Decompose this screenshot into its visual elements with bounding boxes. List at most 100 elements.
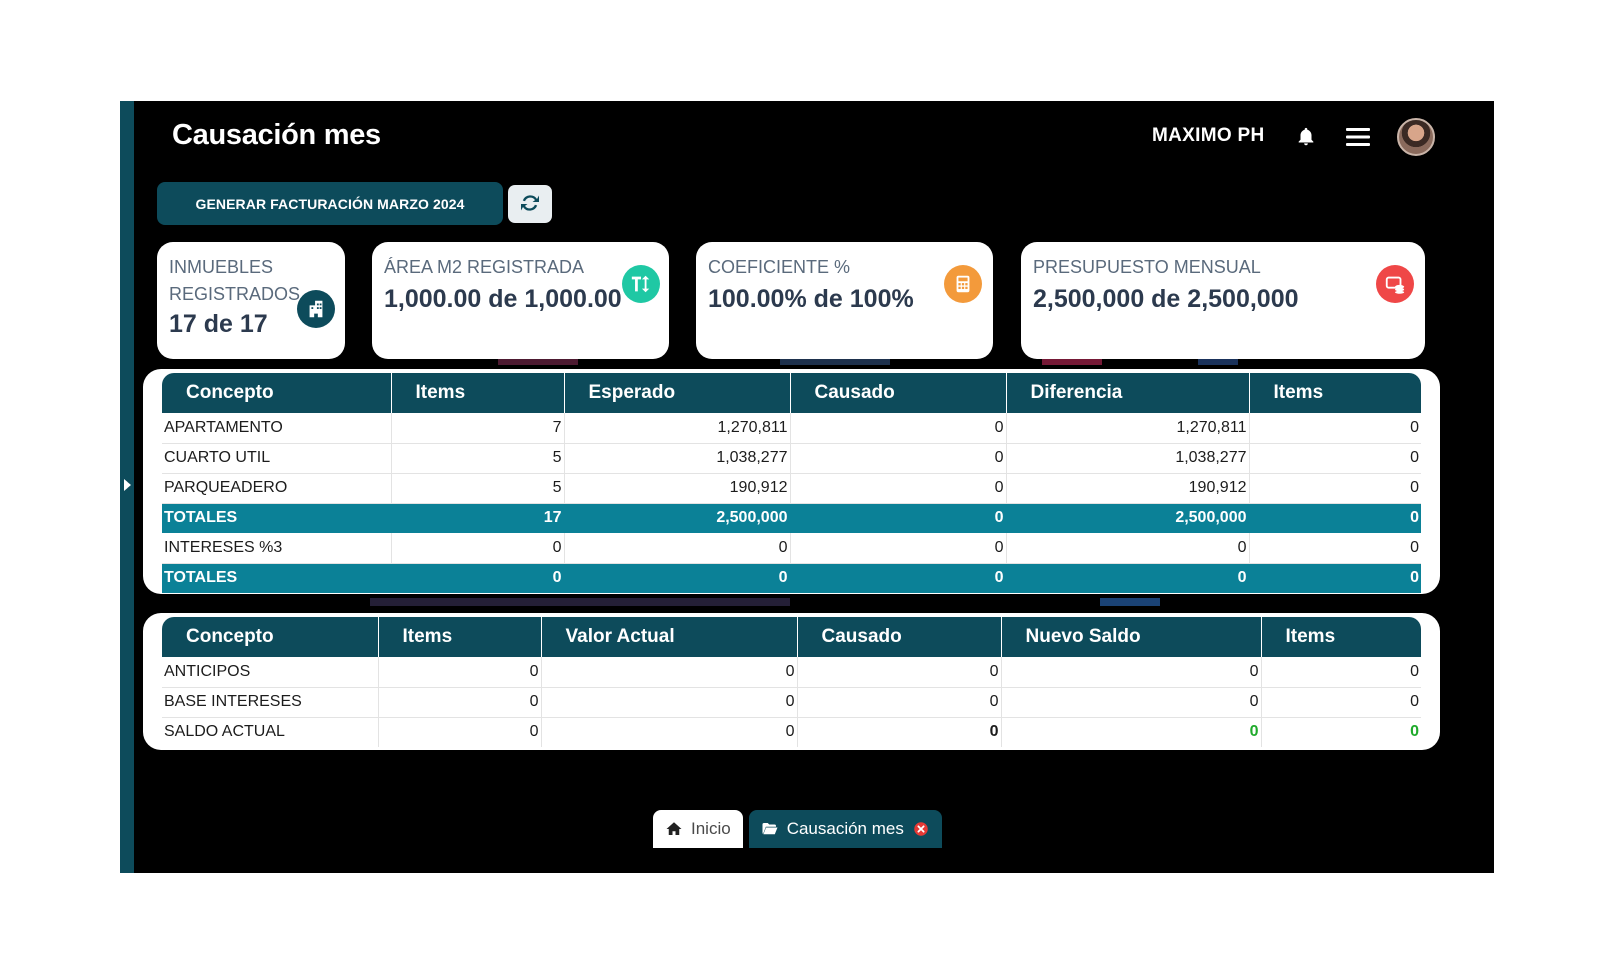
stat-label: ÁREA M2 REGISTRADA [384,257,585,277]
cell: 0 [541,717,798,747]
cell: 0 [1249,413,1421,444]
text-height-icon [622,265,660,303]
cell: 0 [564,533,791,564]
cell: 0 [1249,473,1421,504]
stat-card-inmuebles: INMUEBLES REGISTRADOS 17 de 17 [157,242,345,359]
cell: 0 [378,687,542,718]
cell: 0 [378,717,542,747]
column-header[interactable]: Diferencia [1006,373,1250,413]
cell: 0 [1001,687,1262,718]
column-header[interactable]: Items [378,617,542,657]
table-header-row: Concepto Items Valor Actual Causado Nuev… [162,617,1421,657]
table-row: SALDO ACTUAL 0 0 0 0 0 [162,717,1421,747]
cell: 17 [391,503,565,533]
refresh-button[interactable] [508,185,552,223]
causacion-table: Concepto Items Esperado Causado Diferenc… [162,373,1421,593]
saldos-table-panel: Concepto Items Valor Actual Causado Nuev… [143,613,1440,750]
sidebar-strip[interactable] [120,101,134,873]
column-header[interactable]: Concepto [162,617,379,657]
cell: 0 [541,657,798,688]
causacion-table-panel: Concepto Items Esperado Causado Diferenc… [143,369,1440,594]
calculator-icon [944,265,982,303]
cell: BASE INTERESES [162,687,379,718]
page-title: Causación mes [172,119,381,151]
cell: 1,038,277 [1006,443,1250,474]
cell: 0 [564,563,791,593]
tab-inicio[interactable]: Inicio [653,810,743,848]
tab-label: Inicio [691,819,731,838]
column-header[interactable]: Nuevo Saldo [1001,617,1262,657]
stat-card-presupuesto: PRESUPUESTO MENSUAL 2,500,000 de 2,500,0… [1021,242,1425,359]
cell: 190,912 [1006,473,1250,504]
cell: ANTICIPOS [162,657,379,688]
close-icon[interactable] [912,820,930,838]
table-row: BASE INTERESES 0 0 0 0 0 [162,687,1421,718]
sidebar-toggle-icon[interactable] [124,479,131,491]
table-row: APARTAMENTO 7 1,270,811 0 1,270,811 0 [162,413,1421,444]
cell: 0 [1410,723,1419,741]
cell: 0 [1001,717,1262,747]
cell: 0 [1006,563,1250,593]
saldos-table: Concepto Items Valor Actual Causado Nuev… [162,617,1421,747]
column-header[interactable]: Esperado [564,373,791,413]
cell: 0 [391,533,565,564]
background-glow [1100,598,1160,606]
stat-value: 2,500,000 de 2,500,000 [1033,285,1299,313]
stat-value: 1,000.00 de 1,000.00 [384,285,622,313]
cell: 0 [1001,657,1262,688]
cell: 0 [1249,533,1421,564]
stat-label: COEFICIENTE % [708,257,851,277]
table-row: CUARTO UTIL 5 1,038,277 0 1,038,277 0 [162,443,1421,474]
cell: 5 [391,473,565,504]
cell: 0 [790,443,1007,474]
column-header[interactable]: Concepto [162,373,392,413]
cell: 190,912 [564,473,791,504]
cell: TOTALES [162,503,392,533]
table-row: ANTICIPOS 0 0 0 0 0 [162,657,1421,688]
column-header[interactable]: Items [391,373,565,413]
cell: 0 [1261,687,1421,718]
building-icon [297,290,335,328]
stat-card-area: ÁREA M2 REGISTRADA 1,000.00 de 1,000.00 [372,242,669,359]
cell: 0 [391,563,565,593]
cell: 0 [1249,563,1421,593]
bell-icon[interactable] [1295,125,1317,149]
cell: 1,038,277 [564,443,791,474]
column-header[interactable]: Items [1261,617,1421,657]
cell: 0 [1249,503,1421,533]
home-icon [666,822,682,835]
stat-label: INMUEBLES REGISTRADOS [169,257,301,304]
app-window: Causación mes MAXIMO PH GENERAR FACTURAC… [120,101,1494,873]
cell: APARTAMENTO [162,413,392,444]
cell: PARQUEADERO [162,473,392,504]
cell: 0 [797,717,1002,747]
column-header[interactable]: Valor Actual [541,617,798,657]
avatar[interactable] [1397,118,1435,156]
cell: TOTALES [162,563,392,593]
cell: 0 [1249,443,1421,474]
cell: 0 [790,473,1007,504]
column-header[interactable]: Causado [797,617,1002,657]
generate-billing-button[interactable]: GENERAR FACTURACIÓN MARZO 2024 [157,182,503,225]
cell: 0 [790,413,1007,444]
cell: 0 [790,563,1007,593]
table-row: INTERESES %3 0 0 0 0 0 [162,533,1421,564]
cell: 0 [797,687,1002,718]
user-name[interactable]: MAXIMO PH [1152,125,1264,147]
hamburger-menu-icon[interactable] [1346,127,1370,147]
tab-causacion-mes[interactable]: Causación mes [748,810,942,848]
table-header-row: Concepto Items Esperado Causado Diferenc… [162,373,1421,413]
totals-row: TOTALES 0 0 0 0 0 [162,563,1421,593]
cell: 0 [790,533,1007,564]
totals-row: TOTALES 17 2,500,000 0 2,500,000 0 [162,503,1421,533]
cell: 0 [1261,657,1421,688]
column-header[interactable]: Items [1249,373,1421,413]
cell: INTERESES %3 [162,533,392,564]
cell: 2,500,000 [564,503,791,533]
cell: 0 [541,687,798,718]
cell: 0 [378,657,542,688]
cell: 2,500,000 [1006,503,1250,533]
cell: 5 [391,443,565,474]
column-header[interactable]: Causado [790,373,1007,413]
tab-bar: Inicio Causación mes [653,810,942,848]
